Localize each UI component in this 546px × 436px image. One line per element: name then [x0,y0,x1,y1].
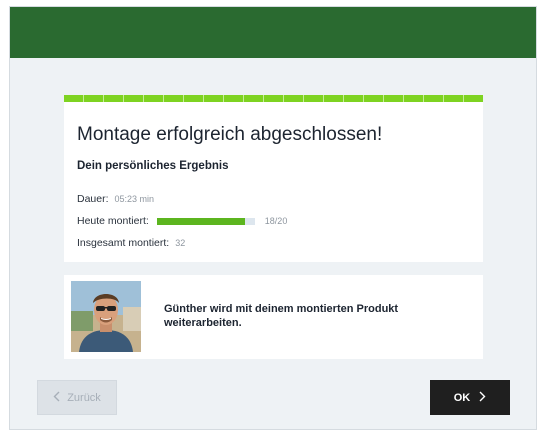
avatar [71,281,141,352]
today-count: 18/20 [264,216,288,226]
today-progress-bar [156,217,255,225]
today-row: Heute montiert: 18/20 [77,214,287,228]
total-value: 32 [175,238,186,248]
ok-button-label: OK [453,391,471,404]
today-label: Heute montiert: [77,215,149,227]
person-photo-icon [71,281,141,352]
back-button[interactable]: Zurück [37,380,117,415]
page-title: Montage erfolgreich abgeschlossen! [77,124,383,145]
chevron-left-icon [53,391,60,404]
chevron-right-icon [479,391,486,404]
ok-button[interactable]: OK [430,380,510,415]
completion-stripe [64,95,483,102]
duration-row: Dauer: 05:23 min [77,192,154,206]
total-label: Insgesamt montiert: [77,237,170,249]
duration-label: Dauer: [77,193,109,205]
duration-value: 05:23 min [114,194,155,204]
total-row: Insgesamt montiert: 32 [77,236,185,250]
back-button-label: Zurück [67,391,101,404]
today-progress-fill [156,217,245,225]
result-subtitle: Dein persönliches Ergebnis [77,160,229,172]
handover-card: Günther wird mit deinem montierten Produ… [64,275,483,359]
handover-message: Günther wird mit deinem montierten Produ… [164,303,399,329]
result-card: Montage erfolgreich abgeschlossen! Dein … [64,95,483,262]
header-bar [10,7,536,58]
app-window: Montage erfolgreich abgeschlossen! Dein … [9,6,537,430]
